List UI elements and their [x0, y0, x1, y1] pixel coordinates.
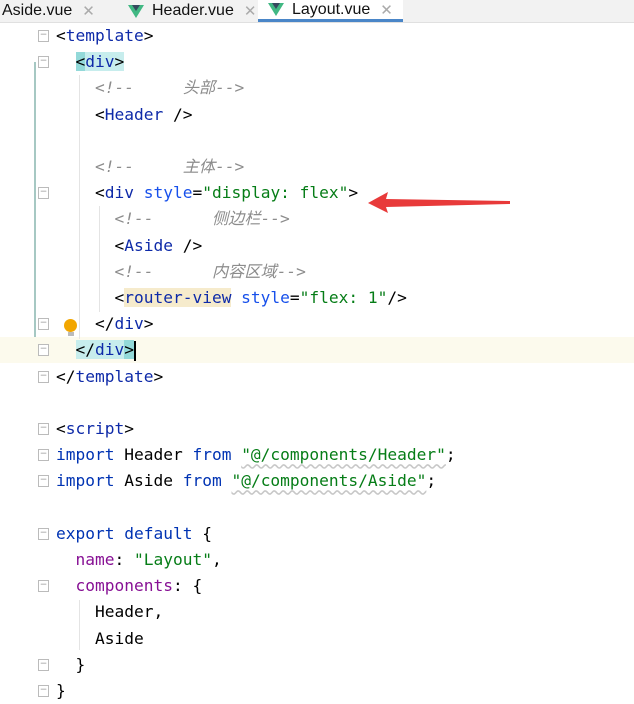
red-arrow [368, 192, 510, 213]
